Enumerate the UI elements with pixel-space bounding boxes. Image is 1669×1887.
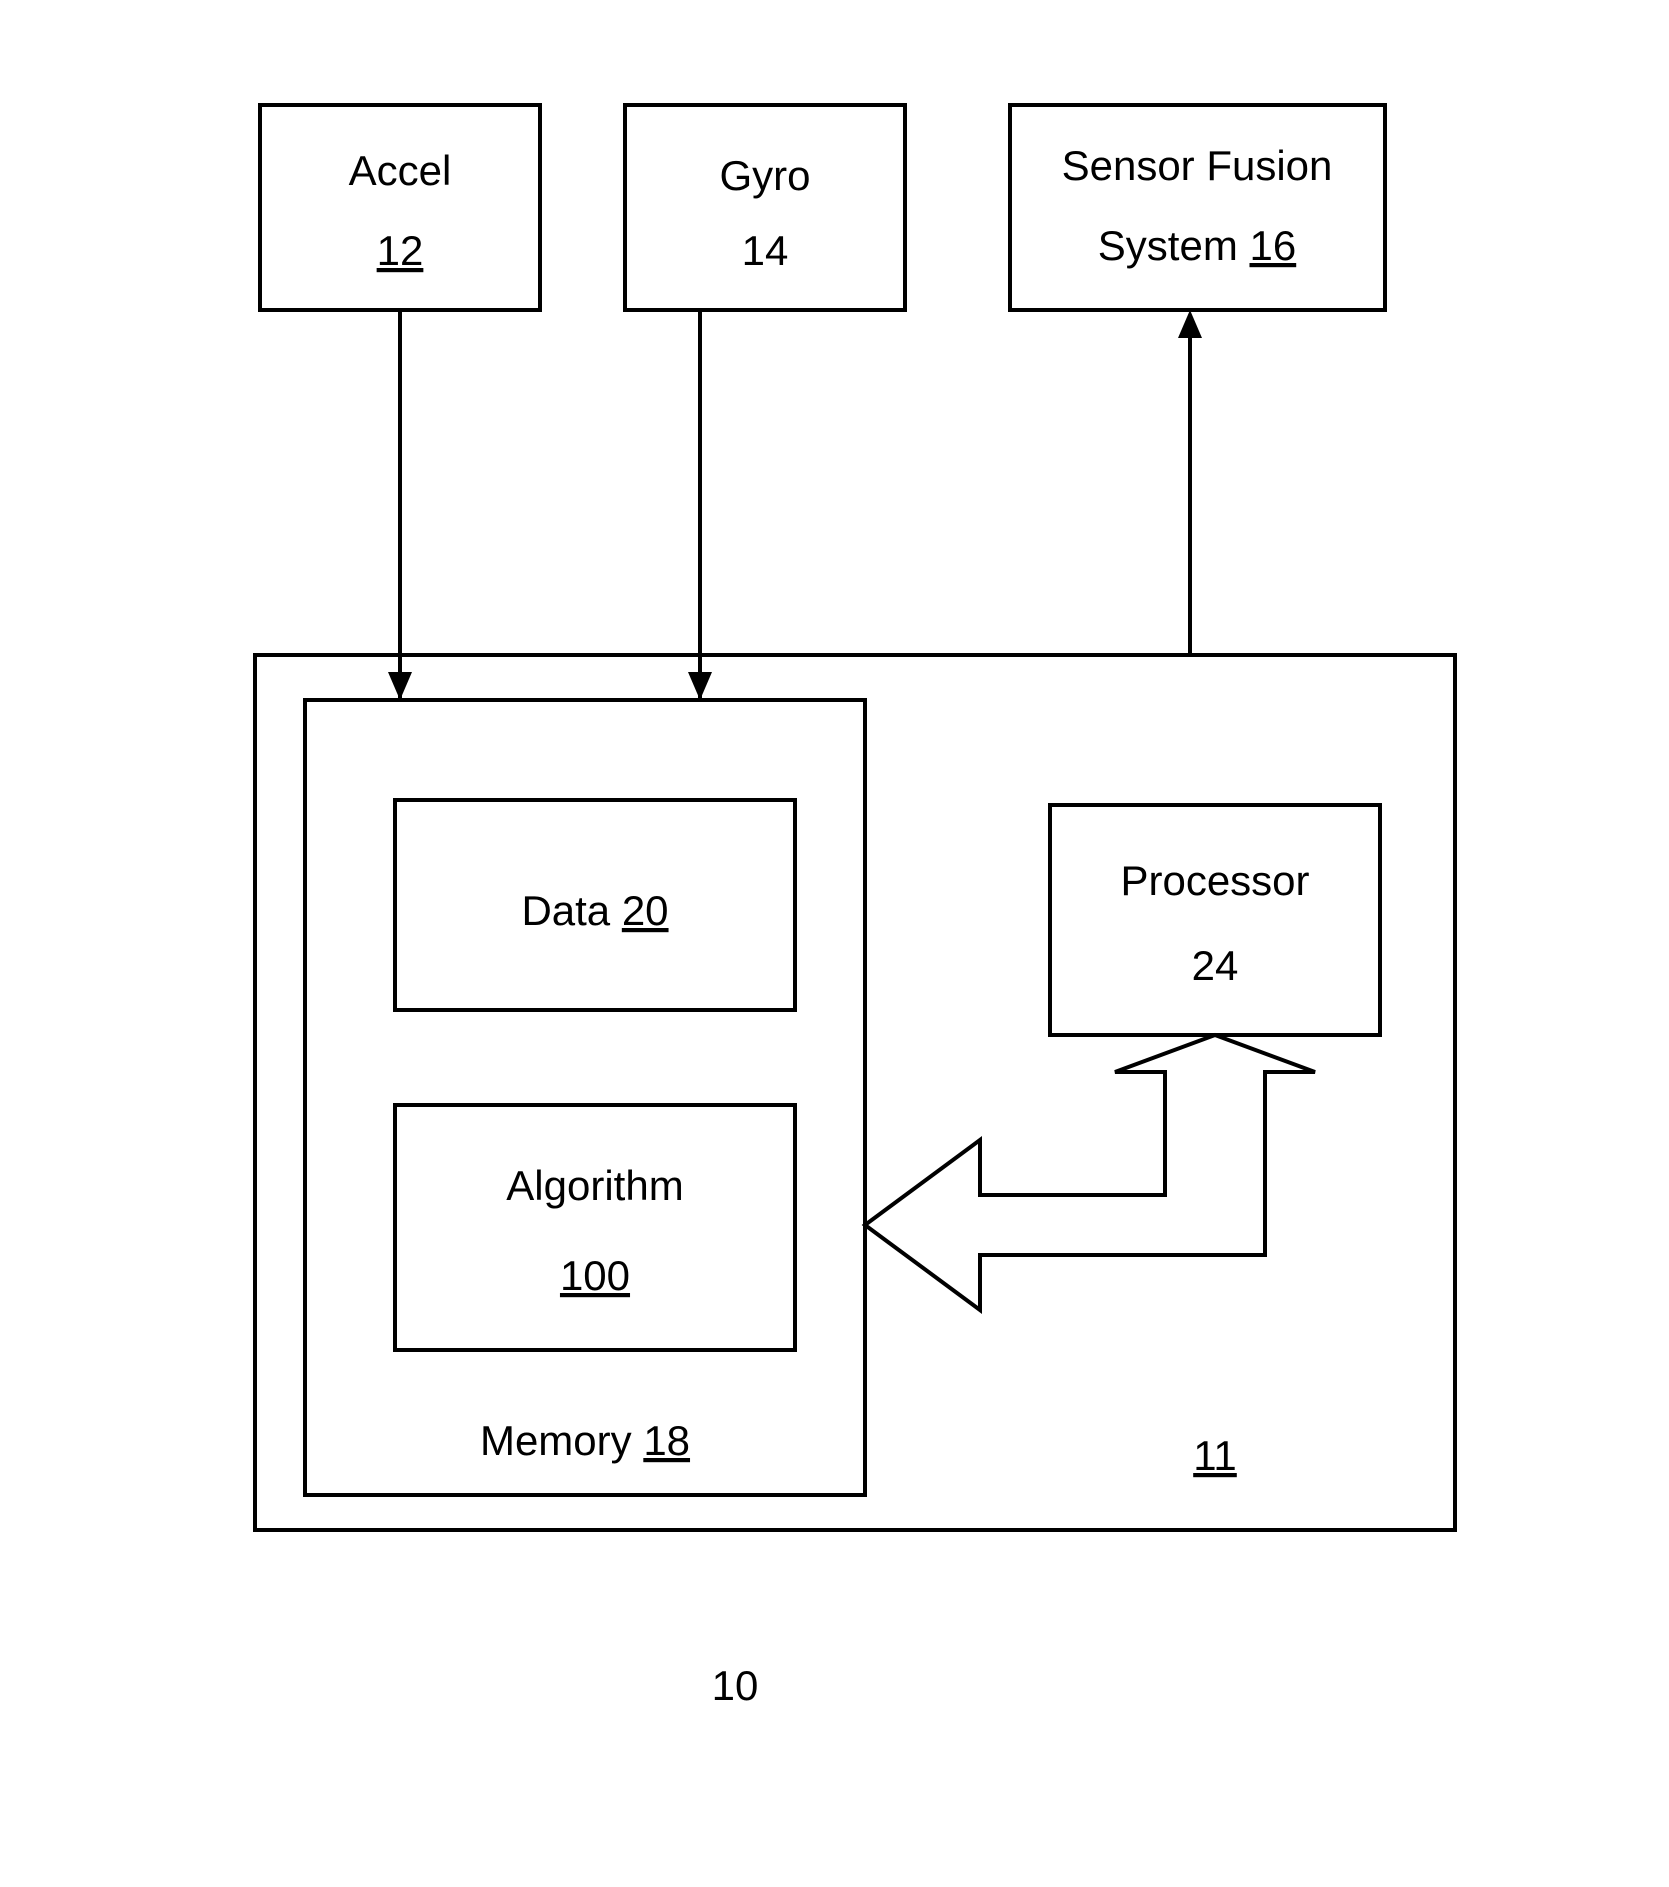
outer-ref: 11 [1193, 1432, 1237, 1479]
figure-number: 10 [712, 1662, 759, 1709]
processor-ref: 24 [1192, 942, 1239, 989]
gyro-ref: 14 [742, 227, 789, 274]
data-label-row: Data 20 [521, 887, 668, 934]
algorithm-box: Algorithm 100 [395, 1105, 795, 1350]
memory-box: Memory 18 [305, 700, 865, 1495]
gyro-box: Gyro 14 [625, 105, 905, 310]
outer-container: 11 [255, 655, 1455, 1530]
algorithm-ref: 100 [560, 1252, 630, 1299]
algorithm-label: Algorithm [506, 1162, 683, 1209]
arrow-outer-to-sensor-fusion [1178, 310, 1202, 655]
processor-box: Processor 24 [1050, 805, 1380, 1035]
arrow-gyro-to-memory [688, 310, 712, 700]
accel-box: Accel 12 [260, 105, 540, 310]
sensor-fusion-line2: System 16 [1098, 222, 1296, 269]
arrow-accel-to-memory [388, 310, 412, 700]
accel-ref: 12 [377, 227, 424, 274]
gyro-label: Gyro [719, 152, 810, 199]
sensor-fusion-line1: Sensor Fusion [1062, 142, 1333, 189]
processor-label: Processor [1120, 857, 1309, 904]
memory-label-row: Memory 18 [480, 1417, 690, 1464]
block-arrow-memory-processor [865, 1035, 1315, 1310]
data-box: Data 20 [395, 800, 795, 1010]
sensor-fusion-box: Sensor Fusion System 16 [1010, 105, 1385, 310]
accel-label: Accel [349, 147, 452, 194]
